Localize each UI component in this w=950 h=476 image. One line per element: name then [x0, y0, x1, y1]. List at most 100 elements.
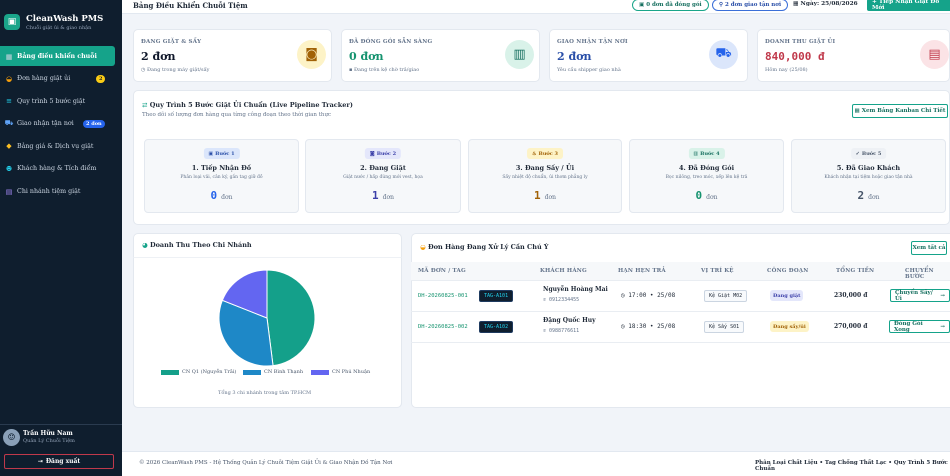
logout-button[interactable]: ⇥ Đăng xuất	[4, 454, 114, 469]
divider	[411, 311, 950, 312]
legend-swatch	[243, 369, 261, 375]
pipeline-subtitle: Theo dõi số lượng đơn hàng qua từng công…	[142, 112, 332, 118]
phone-number: 0912334455	[549, 297, 580, 303]
step-count-unit: đơn	[544, 194, 556, 201]
new-order-label: + Tiếp Nhận Giặt Đồ Mới	[872, 0, 940, 11]
bike-icon: ⚲	[719, 2, 724, 8]
sidebar-item-delivery[interactable]: ⛟ Giao nhận tận nơi 2 đơn	[0, 114, 122, 134]
logout-label: Đăng xuất	[45, 458, 81, 465]
steps-icon: ≡	[6, 97, 12, 106]
sidebar-item-label: Đơn hàng giặt ủi	[17, 75, 71, 83]
revenue-title-text: Doanh Thu Theo Chi Nhánh	[149, 241, 252, 249]
arrow-right-icon: →	[940, 292, 945, 299]
sidebar-item-label: Khách hàng & Tích điểm	[17, 165, 97, 173]
sidebar: ▣ CleanWash PMS Chuỗi giặt ủi & giao nhậ…	[0, 0, 122, 476]
legend-item: CN Q1 (Nguyễn Trãi)	[161, 369, 236, 375]
customer-phone: ✆ 0988776611	[543, 328, 579, 334]
step-badge: ▣ Bước 1	[203, 148, 240, 159]
column-header: MÃ ĐƠN / TAG	[418, 268, 466, 274]
order-code[interactable]: DH-20260825-001	[418, 293, 468, 299]
step-badge: ▥ Bước 4	[688, 148, 725, 159]
sidebar-item-label: Quy trình 5 bước giặt	[17, 97, 86, 105]
step-badge-text: Bước 5	[861, 150, 882, 157]
mark-packed-button[interactable]: Đóng Gói Xong →	[889, 320, 950, 333]
sidebar-item-label: Bảng giá & Dịch vụ giặt	[17, 142, 94, 150]
pipeline-step[interactable]: ♨ Bước 3 3. Đang Sấy / Ủi Sấy nhiệt độ c…	[468, 139, 622, 213]
legend-swatch	[311, 369, 329, 375]
sidebar-item-orders[interactable]: ◒ Đơn hàng giặt ủi 2	[0, 69, 122, 89]
stat-sub: ▪ Đang trên kệ chờ trả/giao	[349, 67, 420, 73]
pie-slice[interactable]	[266, 269, 316, 367]
package-icon: ▥	[505, 40, 534, 69]
customer-phone: ✆ 0912334455	[543, 297, 579, 303]
sidebar-item-branches[interactable]: ▤ Chi nhánh tiệm giặt	[0, 182, 122, 202]
divider	[411, 342, 950, 343]
step-badge: ✓ Bước 5	[850, 148, 887, 159]
phone-icon: ✆	[543, 297, 547, 303]
delivery-count-badge: 2 đơn	[83, 119, 105, 128]
basket-icon: ◒	[420, 243, 426, 251]
stat-label: ĐANG GIẶT & SẤY	[141, 39, 202, 45]
customer-name: Đặng Quốc Huy	[543, 317, 596, 324]
stat-sub-text: Đang trên kệ chờ trả/giao	[353, 67, 420, 73]
shelf-location: Kệ Sấy S01	[704, 321, 745, 333]
sidebar-item-dashboard[interactable]: ▦ Bảng điều khiển chuỗi	[0, 46, 115, 66]
step-description: Khách nhận tại tiệm hoặc giao tận nhà	[824, 175, 913, 180]
sidebar-item-process[interactable]: ≡ Quy trình 5 bước giặt	[0, 91, 122, 111]
column-header: CHUYỂN BƯỚC	[905, 268, 934, 280]
order-tag: TAG-A101	[479, 290, 514, 302]
sidebar-item-customers[interactable]: ☻ Khách hàng & Tích điểm	[0, 159, 122, 179]
packed-orders-pill[interactable]: ▣ 0 đơn đã đóng gói	[632, 0, 709, 11]
order-code[interactable]: DH-20260825-002	[418, 324, 468, 330]
order-tag: TAG-A102	[479, 321, 514, 333]
stat-sub: ◷ Đang trong máy giặt/sấy	[141, 67, 210, 73]
step-badge: ◙ Bước 2	[364, 148, 402, 159]
phone-icon: ✆	[543, 328, 547, 334]
order-total: 230,000 đ	[834, 292, 868, 299]
new-order-button[interactable]: + Tiếp Nhận Giặt Đồ Mới	[867, 0, 950, 11]
legend-swatch	[161, 369, 179, 375]
brand-subtitle: Chuỗi giặt ủi & giao nhận	[26, 24, 92, 31]
users-icon: ☻	[5, 164, 13, 173]
column-header: TỔNG TIỀN	[836, 268, 875, 274]
calendar-icon: ▦	[793, 1, 799, 7]
step-count: 1 đơn	[469, 189, 621, 202]
kanban-button-label: Xem Bảng Kanban Chi Tiết	[861, 108, 946, 114]
revenue-pie-chart	[218, 269, 316, 367]
user-role: Quản Lý Chuỗi Tiệm	[23, 438, 75, 444]
step-badge-text: Bước 2	[376, 150, 397, 157]
tag-icon: ◆	[6, 142, 12, 151]
step-description: Phân loại vải, cân ký, gắn tag giữ đồ	[180, 175, 263, 180]
pipeline-title: ⇄ Quy Trình 5 Bước Giặt Ủi Chuẩn (Live P…	[142, 101, 353, 109]
sidebar-item-pricing[interactable]: ◆ Bảng giá & Dịch vụ giặt	[0, 136, 122, 156]
pipeline-step[interactable]: ✓ Bước 5 5. Đã Giao Khách Khách nhận tại…	[791, 139, 946, 213]
user-name: Trần Hữu Nam	[23, 430, 73, 437]
stat-label: DOANH THU GIẶT ỦI	[765, 39, 836, 45]
stat-sub-text: Đang trong máy giặt/sấy	[146, 67, 210, 73]
footer: © 2026 CleanWash PMS - Hệ Thống Quản Lý …	[122, 451, 950, 476]
pipeline-step[interactable]: ◙ Bước 2 2. Đang Giặt Giặt nước / hấp đú…	[305, 139, 461, 213]
avatar: ☺	[3, 429, 20, 446]
footer-tagline: Phân Loại Chất Liệu • Tag Chống Thất Lạc…	[755, 460, 948, 472]
step-title: 3. Đang Sấy / Ủi	[515, 164, 575, 172]
stat-card-packed: ĐÃ ĐÓNG GÓI SẴN SÀNG 0 đơn ▪ Đang trên k…	[341, 29, 540, 82]
sidebar-nav: ▦ Bảng điều khiển chuỗi ◒ Đơn hàng giặt …	[0, 46, 122, 204]
step-count-value: 0	[695, 189, 703, 202]
step-description: Bọc nilông, treo móc, xếp lên kệ trả	[665, 175, 748, 180]
pipeline-step[interactable]: ▣ Bước 1 1. Tiếp Nhận Đồ Phân loại vải, …	[144, 139, 299, 213]
kanban-button[interactable]: ▦ Xem Bảng Kanban Chi Tiết	[852, 104, 948, 118]
delivery-orders-pill[interactable]: ⚲ 2 đơn giao tận nơi	[712, 0, 789, 11]
step-title: 5. Đã Giao Khách	[836, 164, 901, 172]
kanban-icon: ▦	[854, 108, 860, 114]
package-icon: ▣	[639, 2, 645, 8]
move-to-drying-button[interactable]: Chuyển Sấy/Ủi →	[890, 289, 950, 302]
arrow-right-icon: →	[940, 323, 945, 330]
legend-label: CN Bình Thạnh	[264, 369, 304, 375]
pipeline-step[interactable]: ▥ Bước 4 4. Đã Đóng Gói Bọc nilông, treo…	[629, 139, 784, 213]
view-all-button[interactable]: Xem tất cả	[911, 241, 947, 255]
step-title: 4. Đã Đóng Gói	[678, 164, 735, 172]
washing-machine-logo-icon: ▣	[4, 14, 20, 30]
date-label: Ngày: 25/08/2026	[800, 1, 858, 7]
washing-machine-icon: ◙	[297, 40, 326, 69]
sidebar-item-label: Bảng điều khiển chuỗi	[17, 52, 97, 60]
